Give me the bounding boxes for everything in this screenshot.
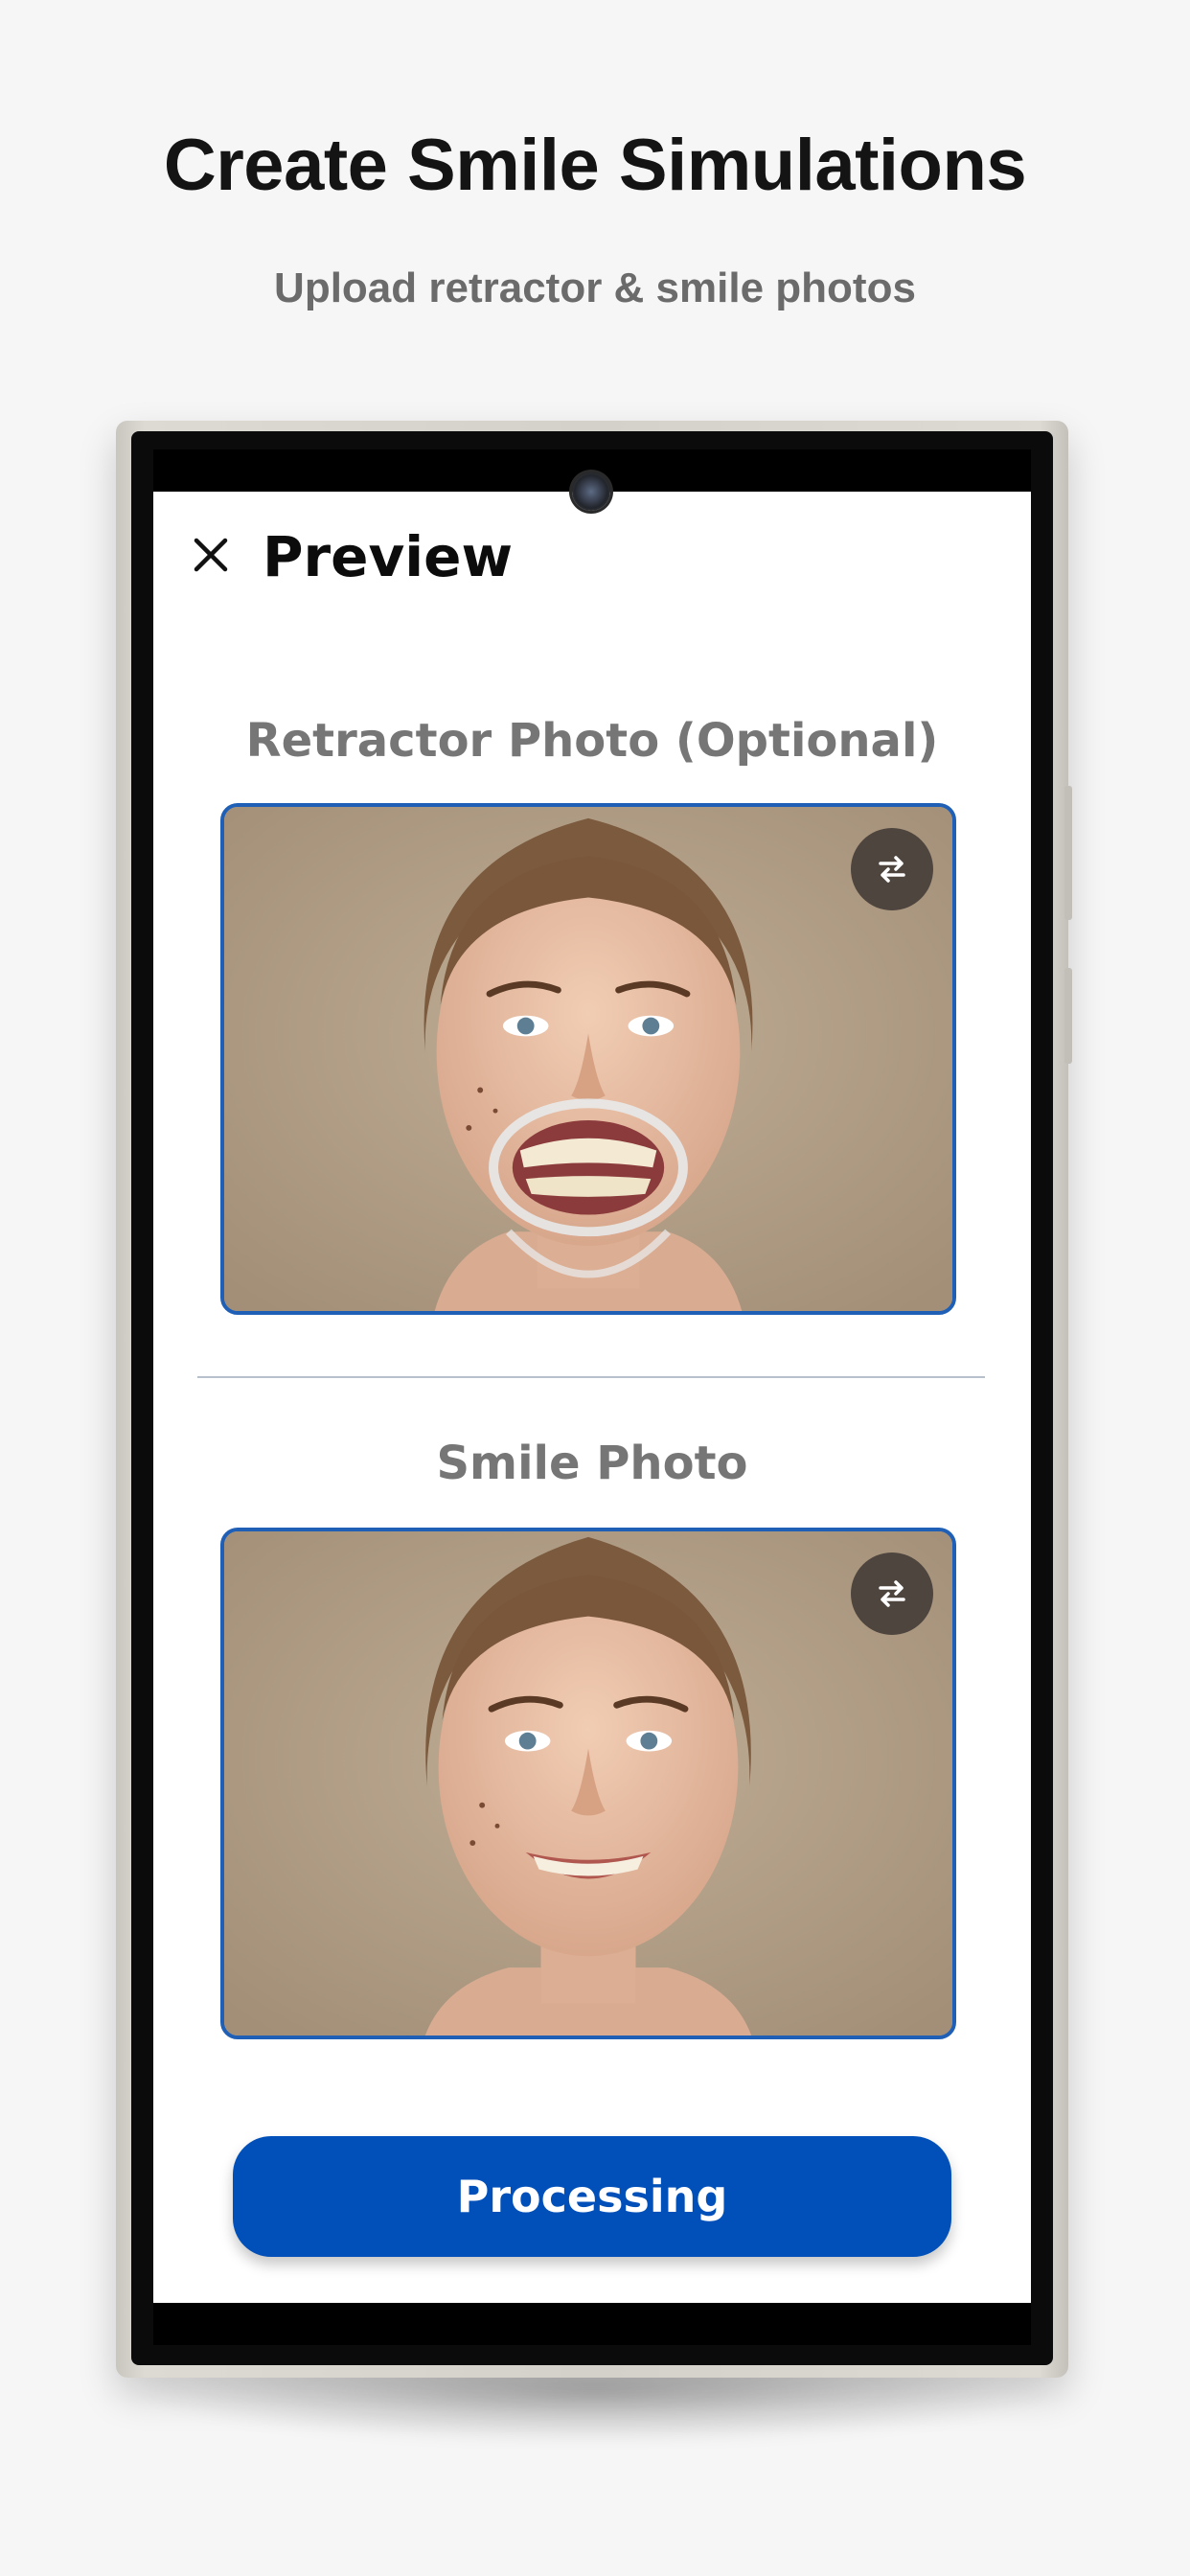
smile-photo-card[interactable] — [220, 1528, 956, 2039]
smile-swap-button[interactable] — [851, 1552, 933, 1635]
preview-screen: Preview Retractor Photo (Optional) Smile… — [153, 492, 1031, 2303]
volume-button — [1064, 786, 1072, 920]
swap-arrows-icon — [879, 856, 905, 883]
phone-screen: Preview Retractor Photo (Optional) Smile… — [153, 449, 1031, 2345]
close-icon — [194, 538, 228, 572]
hero-subtitle: Upload retractor & smile photos — [274, 264, 916, 311]
page-title: Preview — [263, 524, 514, 589]
navigation-bar — [153, 2303, 1031, 2345]
retractor-photo-card[interactable] — [220, 803, 956, 1315]
retractor-photo — [224, 807, 952, 1311]
smile-photo-label: Smile Photo — [436, 1437, 748, 1490]
smile-photo — [224, 1531, 952, 2036]
swap-arrows-icon — [879, 1580, 905, 1607]
hero-title: Create Smile Simulations — [163, 125, 1027, 206]
section-divider — [197, 1376, 985, 1378]
retractor-photo-label: Retractor Photo (Optional) — [245, 714, 939, 768]
retractor-swap-button[interactable] — [851, 828, 933, 910]
front-camera — [572, 472, 610, 511]
close-button[interactable] — [188, 532, 234, 578]
power-button — [1064, 968, 1072, 1064]
processing-button[interactable]: Processing — [233, 2136, 951, 2257]
